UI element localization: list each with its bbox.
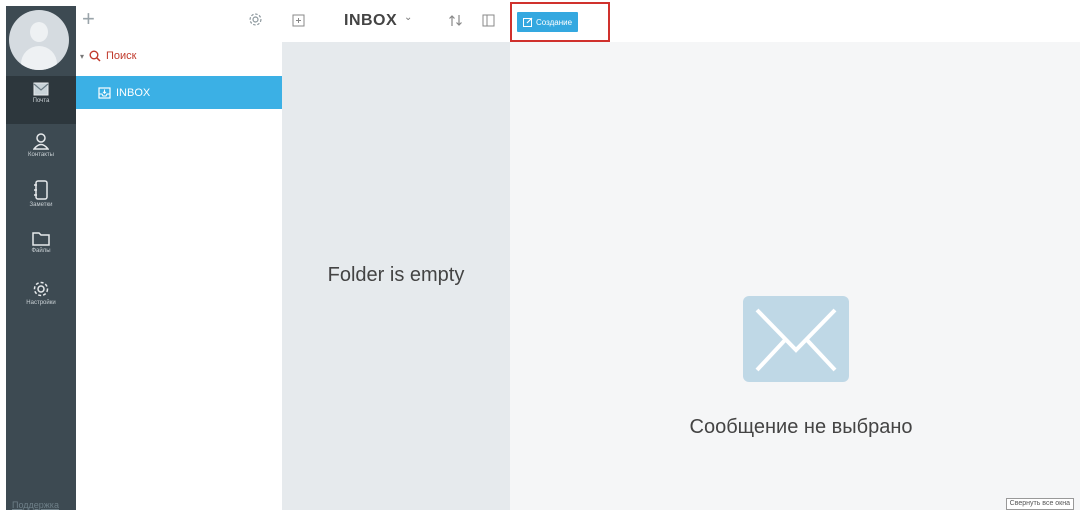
sort-button[interactable] <box>448 14 464 32</box>
support-link[interactable]: Поддержка <box>12 500 59 510</box>
expand-triangle-icon[interactable]: ▾ <box>80 52 84 61</box>
split-view-icon <box>482 14 495 27</box>
rail-item-mail[interactable]: Почта <box>6 76 76 124</box>
folder-panel: + ▾ Поиск INBOX <box>76 6 282 510</box>
notes-icon <box>34 180 48 200</box>
compose-label: Создание <box>536 17 573 27</box>
rail-item-files[interactable]: Файлы <box>6 224 76 272</box>
no-message-selected-text: Сообщение не выбрано <box>689 416 913 438</box>
sort-icon <box>449 15 462 26</box>
folder-title[interactable]: INBOX <box>344 12 397 30</box>
message-viewer: Сообщение не выбрано Свернуть все окна <box>510 42 1080 510</box>
rail-item-label: Файлы <box>31 248 51 254</box>
rail-item-label: Почта <box>32 98 50 104</box>
expand-panel-button[interactable] <box>292 14 305 32</box>
app-rail: Почта Контакты Заметки Файлы Настройки П… <box>6 6 76 510</box>
avatar-body <box>21 46 57 70</box>
search-folder-label: Поиск <box>106 50 137 62</box>
envelope-icon <box>743 296 849 382</box>
edit-icon <box>523 17 533 27</box>
mail-icon <box>33 82 49 96</box>
message-list[interactable]: Folder is empty <box>282 42 510 510</box>
folder-icon <box>32 232 50 246</box>
compose-button[interactable]: Создание <box>517 12 579 32</box>
expand-icon <box>292 14 305 27</box>
folder-settings-button[interactable] <box>248 12 263 32</box>
rail-item-label: Контакты <box>28 152 54 158</box>
rail-item-label: Заметки <box>29 202 53 208</box>
collapse-all-windows-button[interactable]: Свернуть все окна <box>1005 498 1074 510</box>
rail-item-notes[interactable]: Заметки <box>6 174 76 222</box>
gear-icon <box>33 281 49 297</box>
toolbar: INBOX ⌄ Создание <box>282 0 1080 42</box>
search-folder[interactable]: ▾ Поиск <box>80 50 137 62</box>
inbox-icon <box>98 86 111 99</box>
chevron-down-icon[interactable]: ⌄ <box>404 12 412 23</box>
add-folder-button[interactable]: + <box>82 8 95 30</box>
rail-item-settings[interactable]: Настройки <box>6 274 76 322</box>
rail-item-label: Настройки <box>26 300 56 306</box>
rail-item-contacts[interactable]: Контакты <box>6 126 76 174</box>
envelope-icon-graphic <box>755 308 837 372</box>
empty-folder-text: Folder is empty <box>327 264 465 286</box>
folder-item-label: INBOX <box>116 86 151 99</box>
search-icon <box>89 50 101 62</box>
contacts-icon <box>33 133 49 150</box>
avatar-head <box>30 22 48 42</box>
avatar[interactable] <box>9 10 69 70</box>
folder-item-inbox[interactable]: INBOX <box>76 76 282 109</box>
layout-toggle-button[interactable] <box>482 14 495 32</box>
gear-icon <box>249 13 262 26</box>
